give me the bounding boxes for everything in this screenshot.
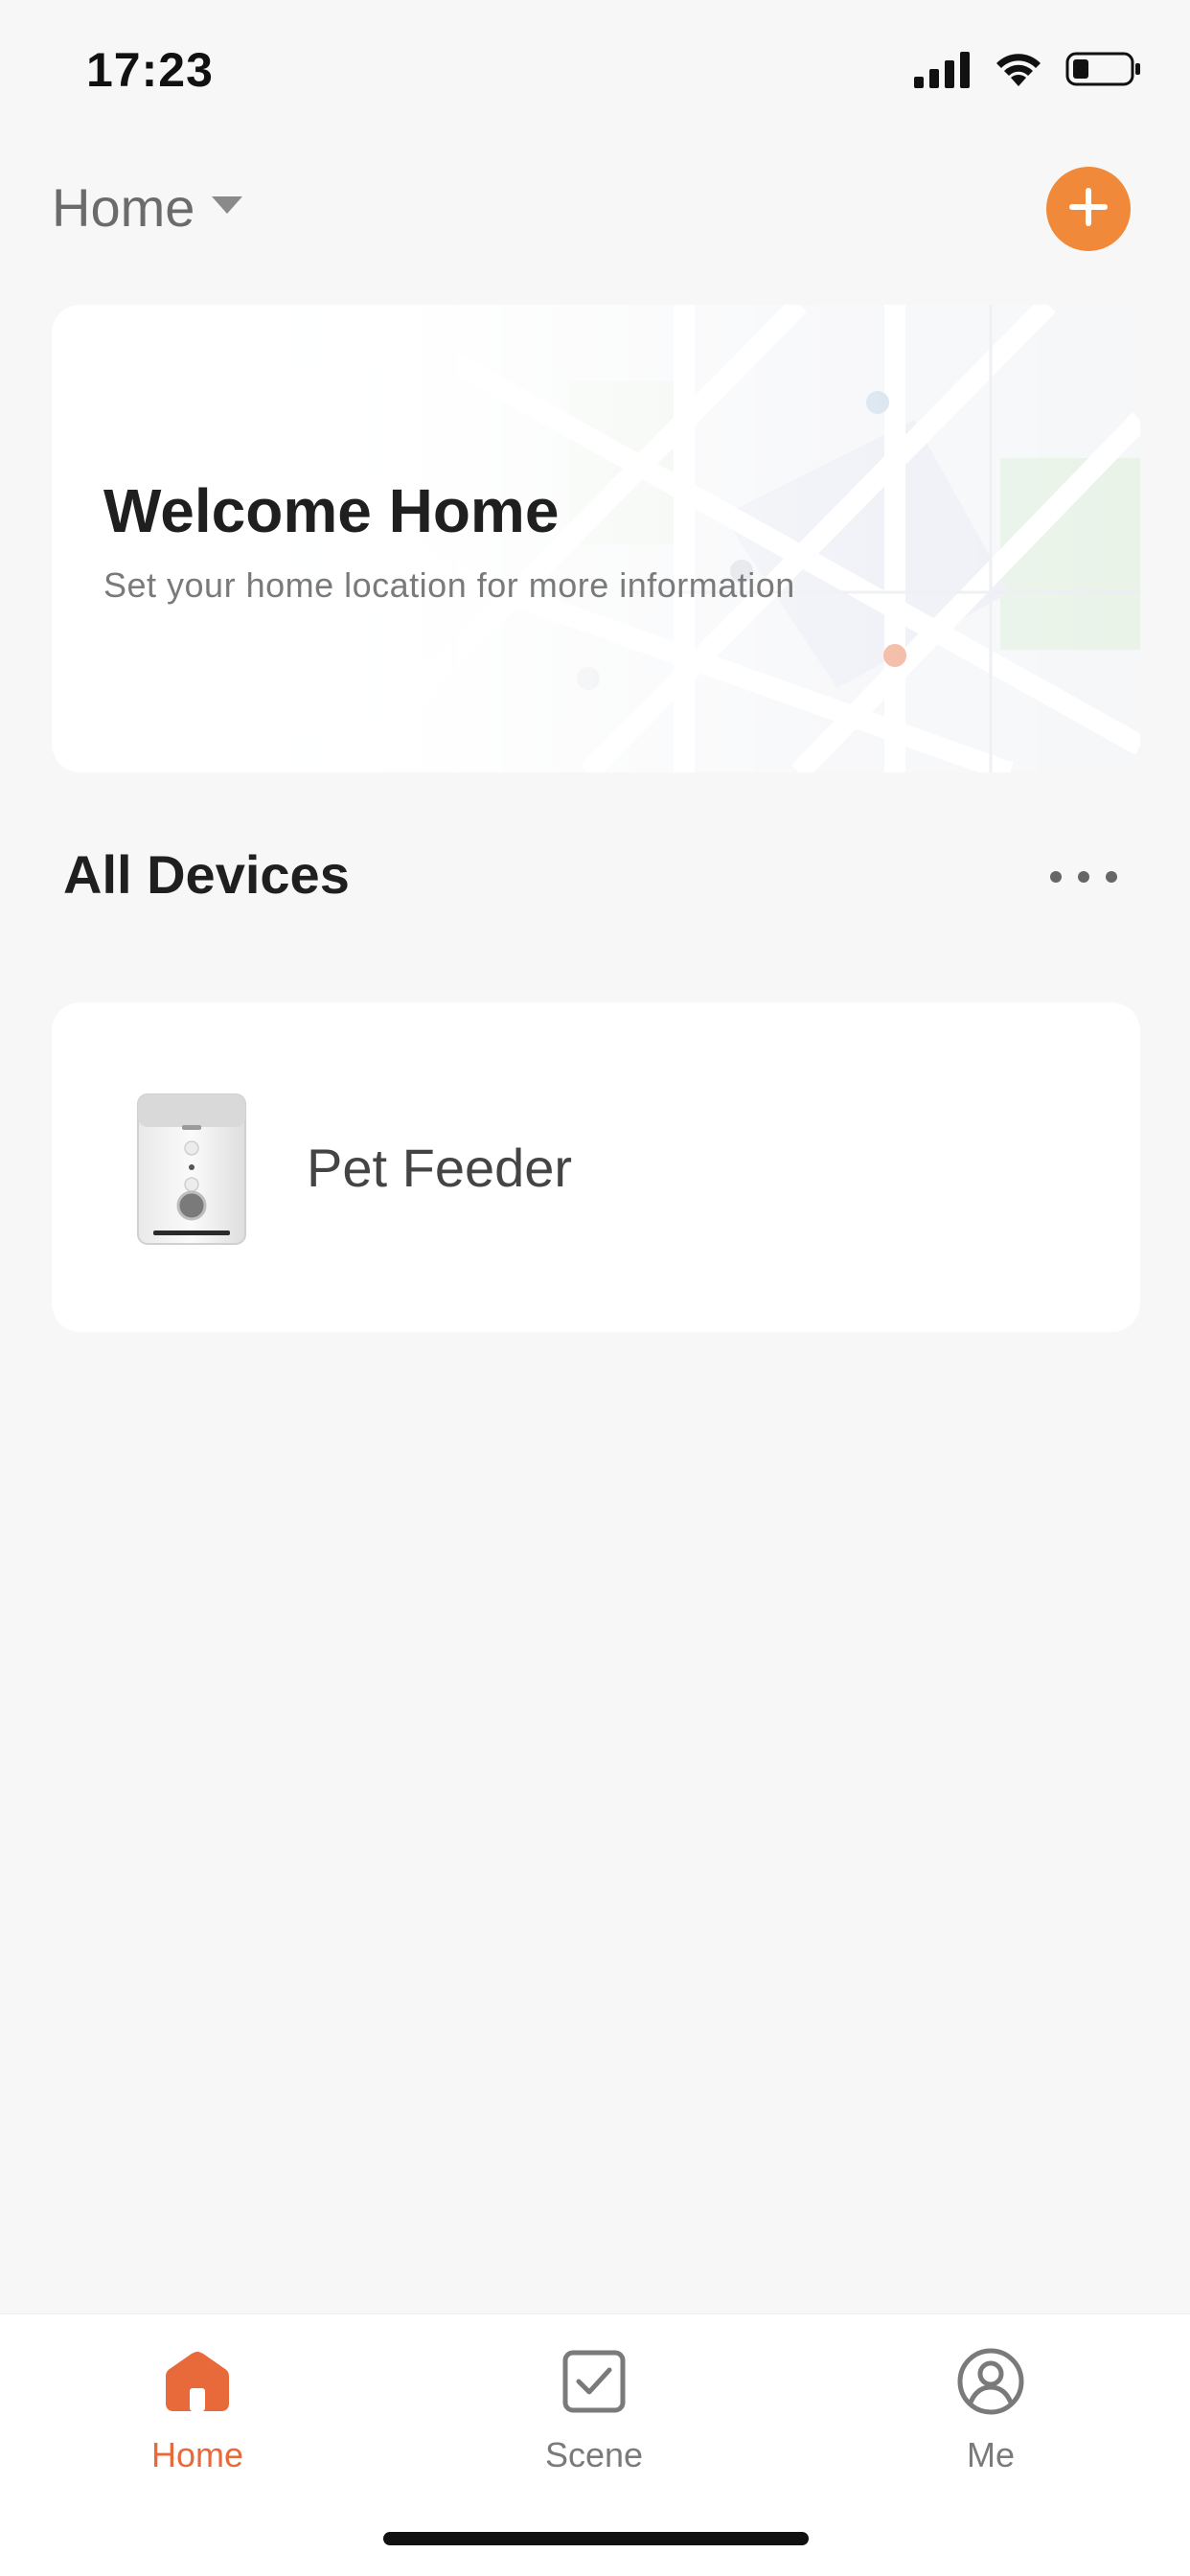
cellular-signal-icon xyxy=(914,50,972,93)
status-icons xyxy=(914,50,1142,93)
devices-section-title: All Devices xyxy=(63,844,350,905)
caret-down-icon xyxy=(210,195,244,220)
devices-section-header: All Devices xyxy=(0,834,1190,920)
status-time: 17:23 xyxy=(86,43,214,97)
welcome-title: Welcome Home xyxy=(103,476,560,545)
home-screen: 17:23 Home Welcome Home Set your home lo… xyxy=(0,0,1190,2576)
tab-scene-label: Scene xyxy=(544,2435,644,2474)
home-selector[interactable]: Home xyxy=(52,176,244,239)
tab-me-label: Me xyxy=(966,2435,1015,2474)
add-device-button[interactable] xyxy=(1046,167,1131,251)
plus-icon xyxy=(1067,186,1110,233)
battery-icon xyxy=(1065,50,1142,93)
tab-scene[interactable]: Scene xyxy=(489,2343,699,2496)
welcome-subtitle: Set your home location for more informat… xyxy=(103,565,795,605)
home-indicator[interactable] xyxy=(383,2532,809,2545)
status-bar: 17:23 xyxy=(0,0,1190,144)
tab-me[interactable]: Me xyxy=(885,2343,1096,2496)
device-card-pet-feeder[interactable]: Pet Feeder xyxy=(52,1002,1140,1332)
pet-feeder-image xyxy=(137,1093,246,1245)
header: Home xyxy=(0,163,1190,259)
welcome-card[interactable]: Welcome Home Set your home location for … xyxy=(52,305,1140,772)
profile-icon xyxy=(952,2343,1029,2420)
more-dot xyxy=(1106,871,1117,883)
device-name: Pet Feeder xyxy=(307,1138,573,1198)
more-dot xyxy=(1078,871,1089,883)
scene-icon xyxy=(556,2343,632,2420)
more-dot xyxy=(1050,871,1062,883)
tab-home-label: Home xyxy=(150,2435,244,2474)
home-icon xyxy=(159,2343,236,2420)
home-selector-label: Home xyxy=(52,177,195,238)
tab-home[interactable]: Home xyxy=(92,2343,303,2496)
wifi-icon xyxy=(993,50,1044,93)
more-options-button[interactable] xyxy=(1050,862,1117,891)
